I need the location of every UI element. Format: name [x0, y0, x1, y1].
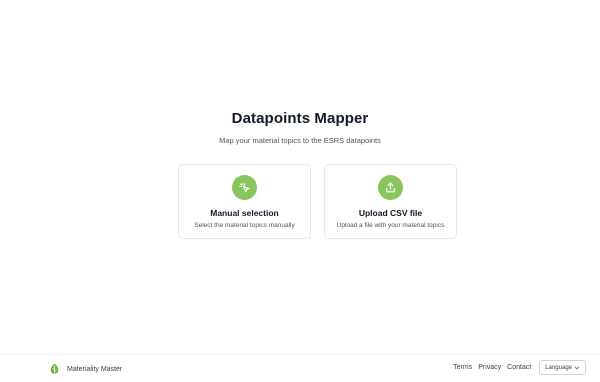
brand[interactable]: Materiality Master	[49, 363, 122, 375]
main-content: Datapoints Mapper Map your material topi…	[0, 0, 600, 354]
privacy-link[interactable]: Privacy	[478, 364, 501, 371]
manual-selection-icon-circle	[232, 175, 257, 200]
pointer-click-icon	[239, 182, 250, 193]
chevron-down-icon	[574, 366, 580, 369]
footer-links: Terms Privacy Contact Language	[453, 360, 586, 375]
upload-csv-card[interactable]: Upload CSV file Upload a file with your …	[324, 164, 457, 239]
language-select[interactable]: Language	[539, 360, 586, 375]
page-subtitle: Map your material topics to the ESRS dat…	[219, 136, 381, 145]
upload-csv-description: Upload a file with your material topics	[336, 222, 445, 229]
upload-csv-title: Upload CSV file	[358, 208, 423, 218]
page: Datapoints Mapper Map your material topi…	[0, 0, 600, 382]
leaf-icon	[50, 363, 59, 375]
manual-selection-description: Select the material topics manually	[194, 222, 295, 229]
manual-selection-card[interactable]: Manual selection Select the material top…	[178, 164, 311, 239]
terms-link[interactable]: Terms	[453, 364, 472, 371]
page-title: Datapoints Mapper	[231, 110, 369, 127]
manual-selection-title: Manual selection	[210, 208, 279, 218]
upload-csv-icon-circle	[378, 175, 403, 200]
brand-name: Materiality Master	[67, 365, 123, 373]
footer: Materiality Master Terms Privacy Contact…	[0, 354, 600, 382]
contact-link[interactable]: Contact	[507, 364, 531, 371]
upload-icon	[386, 182, 395, 193]
language-label: Language	[545, 364, 572, 371]
